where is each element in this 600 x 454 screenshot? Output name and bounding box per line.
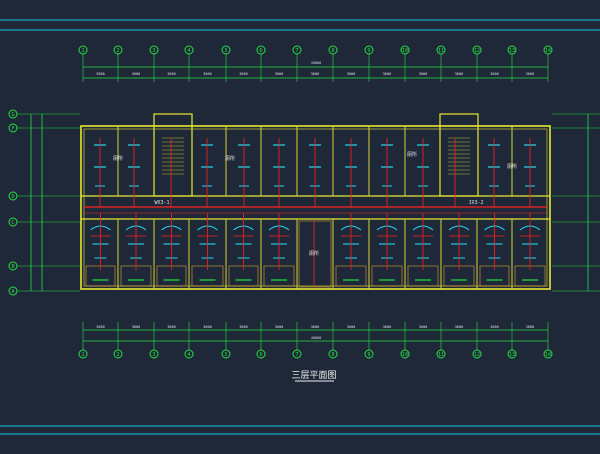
axis-label-bottom: 1	[81, 352, 84, 358]
axis-label-top: 12	[474, 48, 480, 54]
dim-text-top: 3600	[311, 72, 319, 76]
room-label: 厕所	[407, 151, 417, 158]
axis-label-top: 3	[152, 48, 155, 54]
axis-label-bottom: 3	[152, 352, 155, 358]
axis-label-bottom: 4	[187, 352, 190, 358]
axis-label-top: 7	[295, 48, 298, 54]
axis-label-top: 8	[331, 48, 334, 54]
dim-text-top: 3600	[132, 72, 140, 76]
axis-label-top: 14	[545, 48, 551, 54]
dim-total-bottom: 45600	[311, 336, 322, 340]
room-label: 厕所	[225, 155, 235, 162]
dim-text-top: 3600	[239, 72, 247, 76]
room-label: 厕所	[113, 155, 123, 162]
dim-text-bottom: 3600	[490, 325, 498, 329]
axis-label-top: 10	[402, 48, 408, 54]
axis-label-top: 6	[259, 48, 262, 54]
dim-text-bottom: 3600	[203, 325, 211, 329]
axis-label-top: 5	[224, 48, 227, 54]
dim-text-top: 3600	[455, 72, 463, 76]
axis-label-bottom: 12	[474, 352, 480, 358]
dim-text-top: 3600	[203, 72, 211, 76]
pipe-label-jx3-2: JX3-2	[468, 200, 483, 206]
dim-text-bottom: 3600	[132, 325, 140, 329]
dim-total-top: 45600	[311, 61, 322, 65]
axis-label-top: 9	[367, 48, 370, 54]
axis-label-left: A	[11, 289, 14, 295]
dim-text-top: 3600	[347, 72, 355, 76]
left-axis-grid: G F D C B A	[8, 109, 80, 296]
right-axis-grid	[552, 113, 600, 292]
bottom-axis-grid: 1 2 3 4 5 6 7 8 9 10 11 12 13 143600 3600 3600 3600 3600 3…	[78, 322, 553, 359]
dim-text-bottom: 3600	[239, 325, 247, 329]
axis-label-left: F	[11, 126, 14, 132]
axis-label-left: C	[11, 220, 14, 226]
axis-label-bottom: 14	[545, 352, 551, 358]
axis-label-bottom: 11	[438, 352, 444, 358]
dim-text-bottom: 3600	[347, 325, 355, 329]
axis-label-top: 11	[438, 48, 444, 54]
dim-text-top: 3600	[490, 72, 498, 76]
dim-text-top: 3600	[526, 72, 534, 76]
axis-label-bottom: 7	[295, 352, 298, 358]
dim-text-bottom: 3600	[455, 325, 463, 329]
axis-label-bottom: 6	[259, 352, 262, 358]
floor-plan-drawing: 1 2 3 4 5 6 7 8 9 10 11 12 13 143600 3600 3600 3600 3600 3…	[0, 19, 600, 435]
top-axis-grid: 1 2 3 4 5 6 7 8 9 10 11 12 13 143600 3600 3600 3600 3600 3…	[78, 45, 553, 82]
axis-label-bottom: 5	[224, 352, 227, 358]
axis-label-top: 13	[509, 48, 515, 54]
room-label: 厕所	[507, 163, 517, 170]
axis-label-left: G	[11, 112, 14, 118]
dim-text-top: 3600	[96, 72, 104, 76]
dim-text-bottom: 3600	[526, 325, 534, 329]
dim-text-top: 3600	[383, 72, 391, 76]
axis-label-bottom: 9	[367, 352, 370, 358]
pipe-label-wx3-1: WX3-1	[154, 200, 169, 206]
dim-text-bottom: 3600	[96, 325, 104, 329]
axis-label-top: 4	[187, 48, 190, 54]
dim-text-bottom: 3600	[275, 325, 283, 329]
dim-text-top: 3600	[419, 72, 427, 76]
axis-label-bottom: 10	[402, 352, 408, 358]
dim-text-top: 3600	[275, 72, 283, 76]
axis-label-left: B	[11, 264, 14, 270]
dim-text-bottom: 3600	[383, 325, 391, 329]
cad-drawing-viewport: 1 2 3 4 5 6 7 8 9 10 11 12 13 14 3600 3600 3600 3600 3600 3…	[0, 0, 600, 450]
dim-text-bottom: 3600	[311, 325, 319, 329]
axis-label-bottom: 2	[116, 352, 119, 358]
dim-text-top: 3600	[167, 72, 175, 76]
axis-label-top: 2	[116, 48, 119, 54]
axis-label-bottom: 8	[331, 352, 334, 358]
drawing-title: 三层平面图	[291, 370, 336, 381]
dim-text-bottom: 3600	[167, 325, 175, 329]
axis-label-bottom: 13	[509, 352, 515, 358]
dim-text-bottom: 3600	[419, 325, 427, 329]
room-label: 厕所	[309, 250, 319, 257]
axis-label-top: 1	[81, 48, 84, 54]
axis-label-left: D	[11, 194, 14, 200]
